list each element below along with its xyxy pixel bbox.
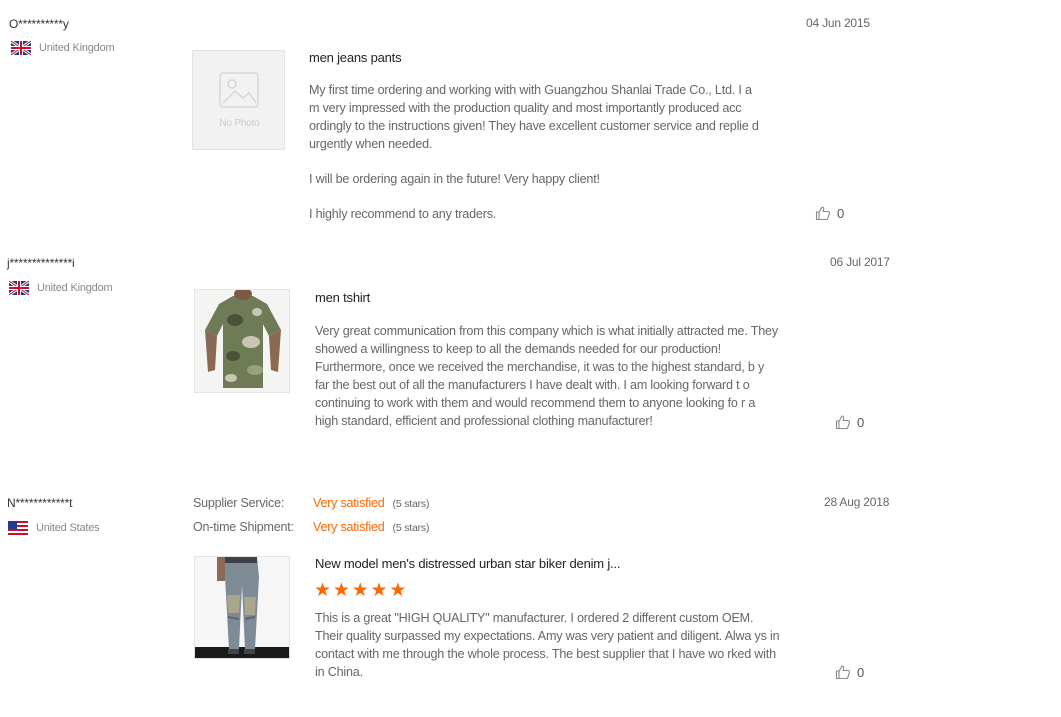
country-label: United Kingdom — [39, 42, 115, 54]
star-icon: ★ — [370, 580, 388, 601]
star-icon: ★ — [351, 580, 369, 601]
uk-flag-icon — [8, 279, 30, 297]
like-count: 0 — [837, 205, 845, 221]
reviewer-name: O**********y — [9, 17, 69, 31]
rating-label: Supplier Service: — [193, 496, 285, 510]
product-title[interactable]: men jeans pants — [309, 50, 402, 65]
reviewer-name: N************t — [7, 496, 73, 510]
like-button[interactable]: 0 — [815, 205, 844, 221]
rating-stars-text: (5 stars) — [392, 498, 430, 510]
like-count: 0 — [857, 664, 865, 680]
review-date: 04 Jun 2015 — [806, 16, 870, 30]
reviewer-country: United Kingdom — [8, 279, 113, 297]
review-paragraph: Very great communication from this compa… — [315, 324, 778, 428]
supplier-service-rating: Supplier Service: Very satisfied (5 star… — [193, 496, 429, 510]
star-icon: ★ — [314, 580, 331, 601]
reviewer-name: j**************i — [7, 256, 75, 270]
no-photo-icon — [219, 72, 259, 108]
like-button[interactable]: 0 — [835, 664, 864, 680]
review-text: This is a great "HIGH QUALITY" manufactu… — [315, 609, 780, 681]
rating-label: On-time Shipment: — [193, 520, 294, 534]
reviewer-country: United Kingdom — [10, 39, 115, 57]
ontime-shipment-rating: On-time Shipment: Very satisfied (5 star… — [193, 520, 429, 534]
product-thumbnail[interactable] — [194, 289, 290, 393]
review-paragraph: My first time ordering and working with … — [309, 83, 759, 151]
review-paragraph: This is a great "HIGH QUALITY" manufactu… — [315, 611, 780, 679]
product-thumbnail[interactable] — [194, 556, 290, 659]
camo-tshirt-photo — [205, 290, 281, 388]
like-button[interactable]: 0 — [835, 414, 864, 430]
rating-value: Very satisfied — [313, 520, 385, 534]
review-date: 06 Jul 2017 — [830, 255, 890, 269]
product-title[interactable]: New model men's distressed urban star bi… — [315, 556, 620, 571]
reviewer-country: United States — [8, 521, 100, 535]
like-count: 0 — [857, 414, 865, 430]
star-rating: ★ ★ ★ ★ ★ — [314, 581, 408, 600]
no-photo-label: No Photo — [219, 118, 260, 129]
review-date: 28 Aug 2018 — [824, 495, 890, 509]
thumbs-up-icon — [835, 415, 851, 430]
product-thumbnail[interactable]: No Photo — [192, 50, 285, 150]
thumbs-up-icon — [835, 665, 851, 680]
thumbs-up-icon — [815, 206, 831, 221]
uk-flag-icon — [10, 39, 32, 57]
review-text: Very great communication from this compa… — [315, 322, 780, 430]
rating-value: Very satisfied — [313, 496, 385, 510]
country-label: United Kingdom — [37, 282, 113, 294]
star-icon: ★ — [332, 580, 350, 601]
country-label: United States — [36, 522, 100, 534]
review-paragraph: I highly recommend to any traders. — [309, 207, 497, 221]
review-text: My first time ordering and working with … — [309, 81, 764, 223]
product-title[interactable]: men tshirt — [315, 290, 370, 305]
star-icon: ★ — [389, 580, 407, 601]
denim-jeans-photo — [195, 557, 289, 658]
us-flag-icon — [8, 521, 28, 535]
rating-stars-text: (5 stars) — [392, 522, 430, 534]
review-paragraph: I will be ordering again in the future! … — [309, 172, 600, 186]
